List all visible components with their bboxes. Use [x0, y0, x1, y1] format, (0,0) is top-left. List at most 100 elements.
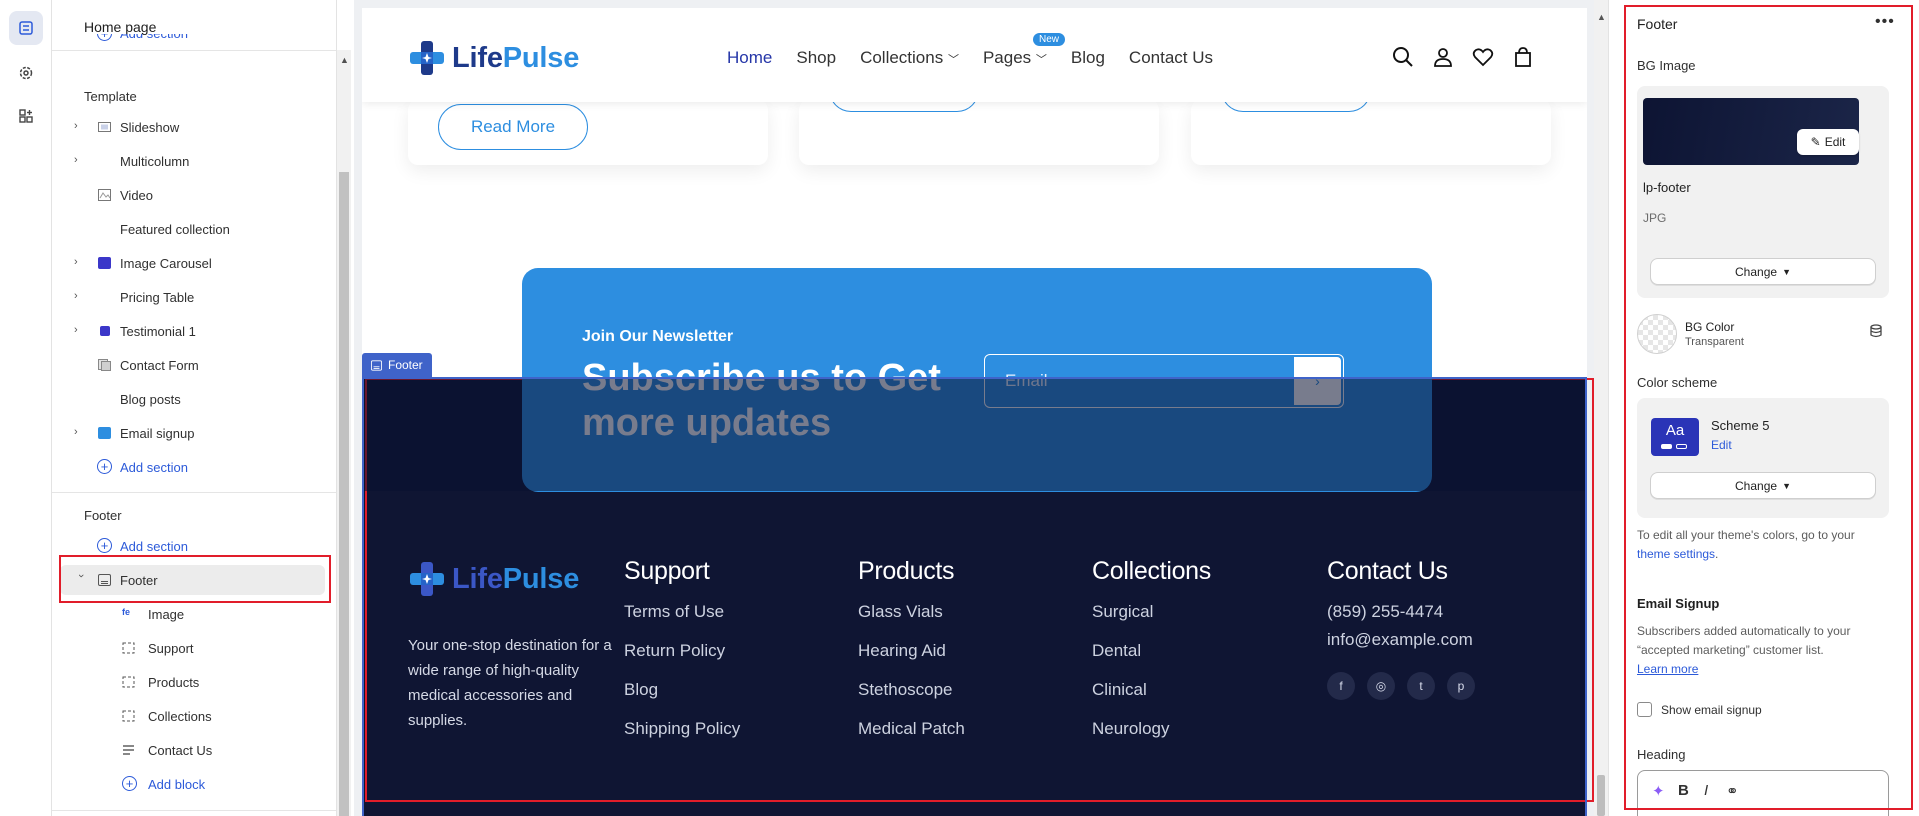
nav-shop[interactable]: Shop — [796, 48, 836, 68]
change-image-button[interactable]: Change ▼ — [1650, 258, 1876, 285]
scroll-up-arrow-icon[interactable]: ▲ — [340, 55, 349, 65]
sections-rail-button[interactable] — [9, 11, 43, 45]
wishlist-heart-icon[interactable] — [1472, 46, 1494, 68]
footer-link[interactable]: Dental — [1092, 641, 1211, 680]
dynamic-source-icon[interactable] — [1869, 324, 1883, 338]
section-testimonial[interactable]: › Testimonial 1 — [60, 316, 325, 346]
footer-link[interactable]: Surgical — [1092, 602, 1211, 641]
logo-cross-icon — [410, 41, 444, 75]
section-slideshow[interactable]: › Slideshow — [60, 112, 325, 142]
footer-email[interactable]: info@example.com — [1327, 630, 1487, 664]
theme-settings-link[interactable]: theme settings — [1637, 547, 1715, 561]
nav-blog[interactable]: Blog — [1071, 48, 1105, 68]
footer-link[interactable]: Stethoscope — [858, 680, 965, 719]
scheme-edit-link[interactable]: Edit — [1711, 438, 1732, 452]
add-footer-section-button[interactable]: + Add section — [60, 531, 325, 561]
nav-contact-us[interactable]: Contact Us — [1129, 48, 1213, 68]
footer-icon — [98, 574, 111, 586]
section-pricing-table[interactable]: › Pricing Table — [60, 282, 325, 312]
block-contact-us[interactable]: Contact Us — [60, 735, 325, 765]
nav-collections[interactable]: Collections ﹀ — [860, 48, 959, 68]
nav-pages[interactable]: Pages ﹀ — [983, 48, 1047, 68]
chevron-down-icon[interactable]: › — [73, 574, 87, 586]
bg-image-thumbnail[interactable]: ✎ Edit — [1643, 98, 1859, 165]
search-icon[interactable] — [1392, 46, 1414, 68]
section-email-signup[interactable]: › Email signup — [60, 418, 325, 448]
learn-more-link[interactable]: Learn more — [1637, 662, 1698, 676]
magic-sparkle-icon[interactable]: ✦ — [1652, 782, 1665, 800]
read-more-button[interactable]: Read More — [438, 104, 588, 150]
scheme-preview-icon: Aa — [1651, 418, 1699, 456]
link-icon[interactable]: ⚭ — [1726, 782, 1739, 800]
facebook-icon[interactable]: f — [1327, 672, 1355, 700]
scroll-up-arrow-icon[interactable]: ▲ — [1597, 12, 1606, 22]
more-options-icon[interactable]: ••• — [1875, 13, 1895, 31]
chevron-right-icon[interactable]: › — [74, 290, 86, 304]
chevron-right-icon[interactable]: › — [74, 324, 86, 338]
italic-icon[interactable]: I — [1704, 782, 1708, 799]
footer-column-title: Support — [624, 557, 710, 585]
footer-link[interactable]: Neurology — [1092, 719, 1211, 758]
blog-card — [799, 90, 1159, 165]
block-support[interactable]: Support — [60, 633, 325, 663]
section-contact-form[interactable]: Contact Form — [60, 350, 325, 380]
preview-scrollbar[interactable] — [1594, 0, 1608, 816]
chevron-right-icon[interactable]: › — [74, 426, 86, 440]
show-email-signup-checkbox[interactable] — [1637, 702, 1652, 717]
bg-color-swatch[interactable] — [1637, 314, 1677, 354]
theme-colors-note: To edit all your theme's colors, go to y… — [1637, 528, 1855, 561]
block-products[interactable]: Products — [60, 667, 325, 697]
blog-card: Read More — [408, 100, 768, 165]
section-video[interactable]: Video — [60, 180, 325, 210]
twitter-icon[interactable]: t — [1407, 672, 1435, 700]
site-logo[interactable]: LifePulse — [408, 39, 579, 77]
section-footer[interactable]: › Footer — [60, 565, 325, 595]
account-icon[interactable] — [1432, 46, 1454, 68]
footer-phone[interactable]: (859) 255-4474 — [1327, 602, 1487, 630]
change-scheme-button[interactable]: Change ▼ — [1650, 472, 1876, 499]
block-image[interactable]: fe Image — [60, 599, 325, 629]
section-image-carousel[interactable]: › Image Carousel — [60, 248, 325, 278]
bg-color-value: Transparent — [1685, 336, 1744, 348]
image-name: lp-footer — [1643, 180, 1691, 195]
section-featured-collection[interactable]: Featured collection — [60, 214, 325, 244]
nav-home[interactable]: Home — [727, 48, 772, 68]
footer-link[interactable]: Blog — [624, 680, 740, 719]
edit-image-button[interactable]: ✎ Edit — [1797, 129, 1859, 155]
chevron-right-icon[interactable]: › — [74, 120, 86, 134]
pinterest-icon[interactable]: p — [1447, 672, 1475, 700]
chevron-down-icon: ▼ — [1782, 266, 1791, 277]
sidebar-scrollbar-thumb[interactable] — [339, 172, 349, 816]
add-block-button[interactable]: + Add block — [60, 769, 325, 799]
chevron-right-icon[interactable]: › — [74, 154, 86, 168]
add-section-button[interactable]: + Add section — [60, 452, 325, 482]
preview-scrollbar-thumb[interactable] — [1597, 775, 1605, 816]
logo-text-pulse: Pulse — [502, 562, 580, 595]
section-multicolumn[interactable]: › Multicolumn — [60, 146, 325, 176]
text-lines-icon — [123, 745, 134, 755]
pencil-icon: ✎ — [1810, 135, 1821, 149]
scheme-name: Scheme 5 — [1711, 418, 1770, 433]
chevron-right-icon[interactable]: › — [74, 256, 86, 270]
page-title: Home page — [84, 19, 157, 35]
footer-link[interactable]: Terms of Use — [624, 602, 740, 641]
email-signup-icon — [98, 427, 111, 439]
footer-link[interactable]: Medical Patch — [858, 719, 965, 758]
apps-rail-button[interactable] — [9, 99, 43, 133]
instagram-icon[interactable]: ◎ — [1367, 672, 1395, 700]
footer-link[interactable]: Return Policy — [624, 641, 740, 680]
section-blog-posts[interactable]: Blog posts — [60, 384, 325, 414]
footer-link[interactable]: Shipping Policy — [624, 719, 740, 758]
footer-section-tag[interactable]: Footer — [362, 353, 432, 377]
site-footer[interactable]: LifePulse Your one-stop destination for … — [362, 377, 1587, 816]
add-section-button-top[interactable]: + Add section — [60, 34, 325, 50]
preview-pane: LifePulse Home Shop Collections ﹀ Pages … — [354, 0, 1594, 816]
cart-bag-icon[interactable] — [1512, 46, 1534, 68]
footer-logo[interactable]: LifePulse — [408, 560, 579, 598]
footer-link[interactable]: Glass Vials — [858, 602, 965, 641]
settings-rail-button[interactable] — [9, 56, 43, 90]
bold-icon[interactable]: B — [1678, 782, 1689, 799]
block-collections[interactable]: Collections — [60, 701, 325, 731]
footer-link[interactable]: Clinical — [1092, 680, 1211, 719]
footer-link[interactable]: Hearing Aid — [858, 641, 965, 680]
